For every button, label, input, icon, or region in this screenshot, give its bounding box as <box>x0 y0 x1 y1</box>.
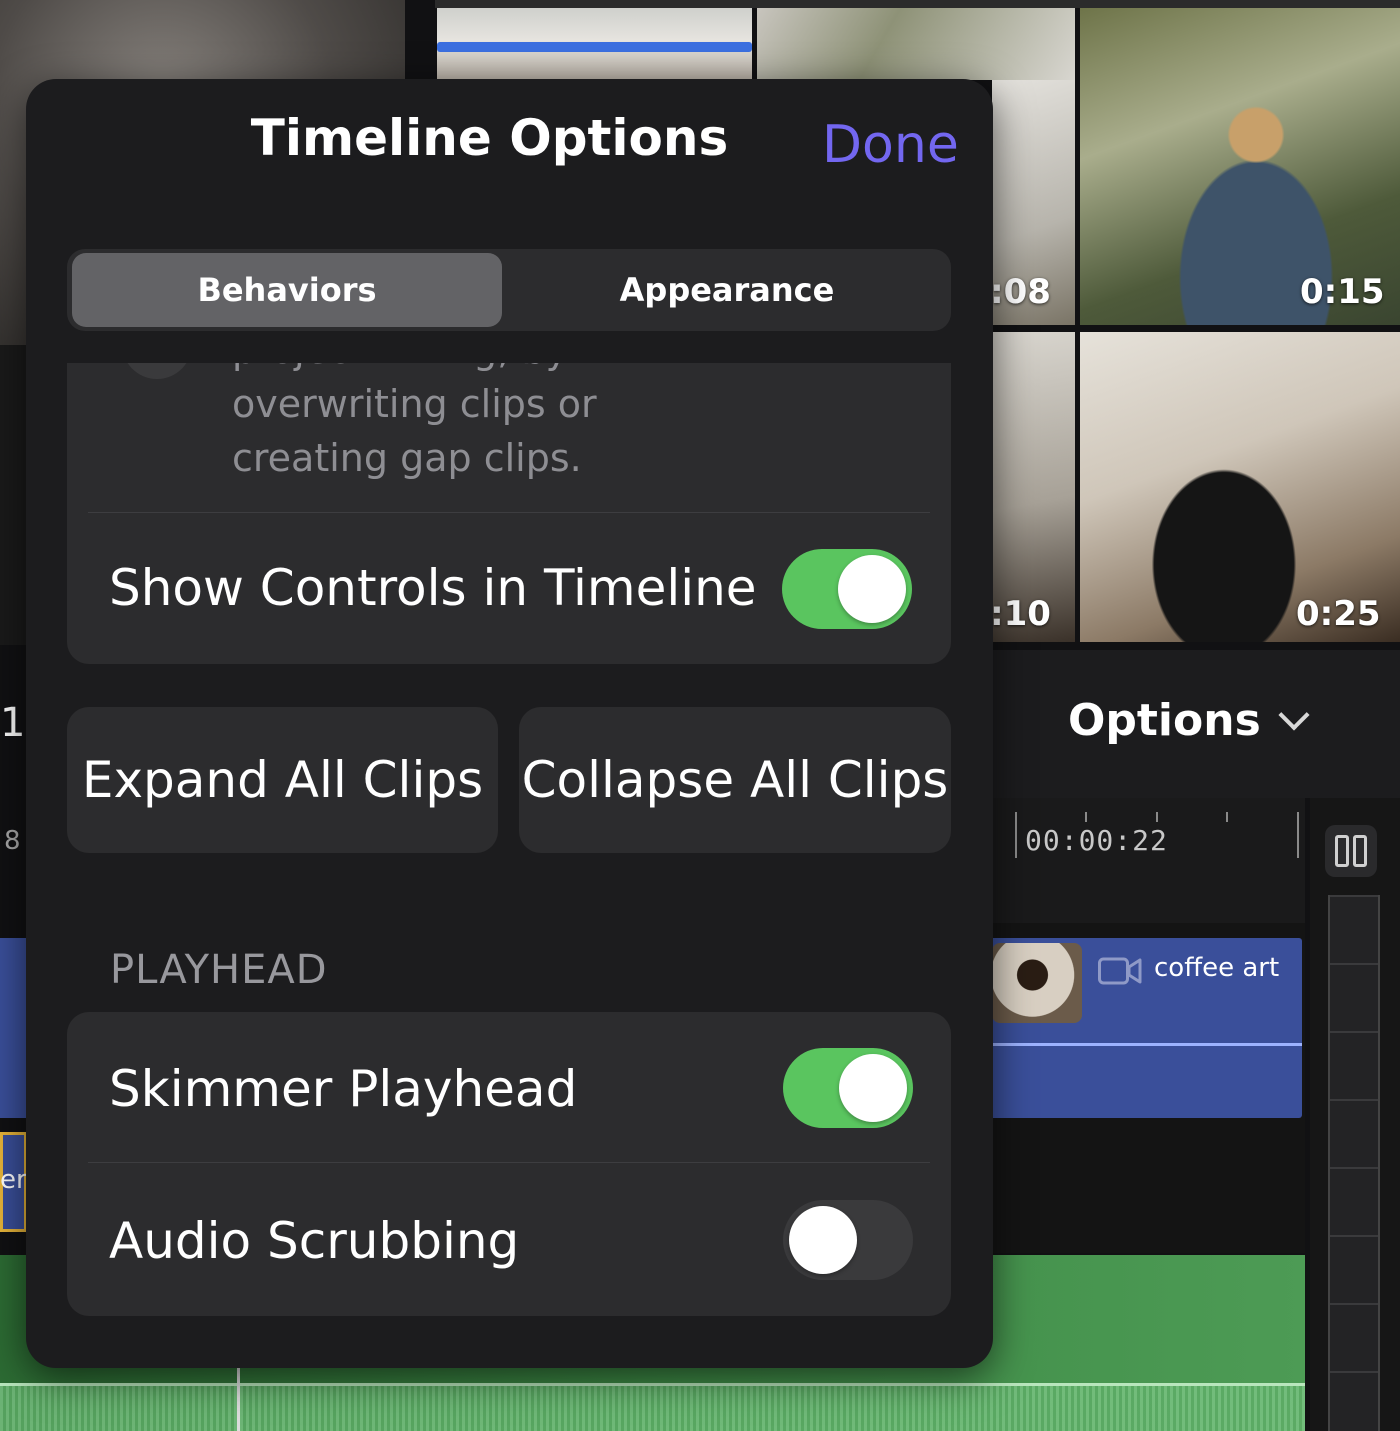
video-clip-left[interactable] <box>0 938 27 1118</box>
skimmer-playhead-toggle[interactable] <box>783 1048 913 1128</box>
audio-scrubbing-toggle[interactable] <box>783 1200 913 1280</box>
segmented-control: Behaviors Appearance <box>67 249 951 331</box>
clip-volume-line[interactable] <box>990 1043 1302 1046</box>
toggle-knob <box>789 1206 857 1274</box>
ruler-tick <box>1226 812 1228 822</box>
done-button[interactable]: Done <box>822 115 959 175</box>
audio-meter <box>1328 895 1380 1431</box>
section-header-playhead: PLAYHEAD <box>110 947 328 993</box>
toggle-knob <box>839 1054 907 1122</box>
setting-description: project timing, by overwriting clips or … <box>232 349 752 485</box>
browser-thumb-plant[interactable] <box>757 8 1075 80</box>
collapse-all-clips-button[interactable]: Collapse All Clips <box>519 707 951 853</box>
audio-meters-button[interactable] <box>1325 825 1377 877</box>
options-button[interactable]: Options <box>1068 695 1310 746</box>
description-line: overwriting clips or <box>232 382 597 426</box>
ruler-tick <box>1085 812 1087 822</box>
thumb-duration: 0:15 <box>1300 272 1385 312</box>
left-edge-text: 1 <box>0 700 26 746</box>
expand-all-clips-button[interactable]: Expand All Clips <box>67 707 498 853</box>
meter-bar-icon <box>1335 835 1349 867</box>
clip-title: coffee art <box>1154 953 1280 983</box>
timeline-ruler[interactable] <box>990 798 1305 923</box>
options-label: Options <box>1068 695 1261 746</box>
behaviors-settings-card: project timing, by overwriting clips or … <box>67 349 951 664</box>
audio-scrubbing-label: Audio Scrubbing <box>109 1212 520 1270</box>
video-camera-icon <box>1098 957 1142 985</box>
divider <box>88 1162 930 1163</box>
thumb-duration: 0:25 <box>1296 594 1381 634</box>
clip-thumbnail <box>992 943 1082 1023</box>
divider <box>88 512 930 513</box>
thumb-duration: :10 <box>990 594 1051 634</box>
description-line: creating gap clips. <box>232 436 582 480</box>
playhead[interactable] <box>237 1360 240 1431</box>
ruler-tick-major <box>1297 812 1299 858</box>
skimmer-playhead-label: Skimmer Playhead <box>109 1060 578 1118</box>
ruler-tick-major <box>1015 812 1017 858</box>
show-controls-label: Show Controls in Timeline <box>109 559 757 617</box>
thumb-progress-bar <box>437 42 752 52</box>
scroll-mask <box>67 349 951 363</box>
thumb-duration: :08 <box>990 272 1051 312</box>
tab-behaviors[interactable]: Behaviors <box>72 253 502 327</box>
browser-top-strip <box>435 0 1400 8</box>
meter-bar-icon <box>1353 835 1367 867</box>
ruler-timecode: 00:00:22 <box>1025 824 1168 857</box>
audio-waveform <box>0 1385 1305 1431</box>
ruler-number: 8 <box>4 826 21 856</box>
chevron-down-icon <box>1278 698 1310 731</box>
ruler-tick <box>1156 812 1158 822</box>
timeline-options-popover: Timeline Options Done Behaviors Appearan… <box>26 79 993 1368</box>
toggle-knob <box>838 555 906 623</box>
show-controls-toggle[interactable] <box>782 549 912 629</box>
audio-volume-line[interactable] <box>0 1383 1305 1386</box>
playhead-settings-card: Skimmer Playhead Audio Scrubbing <box>67 1012 951 1316</box>
tab-appearance[interactable]: Appearance <box>507 253 947 327</box>
